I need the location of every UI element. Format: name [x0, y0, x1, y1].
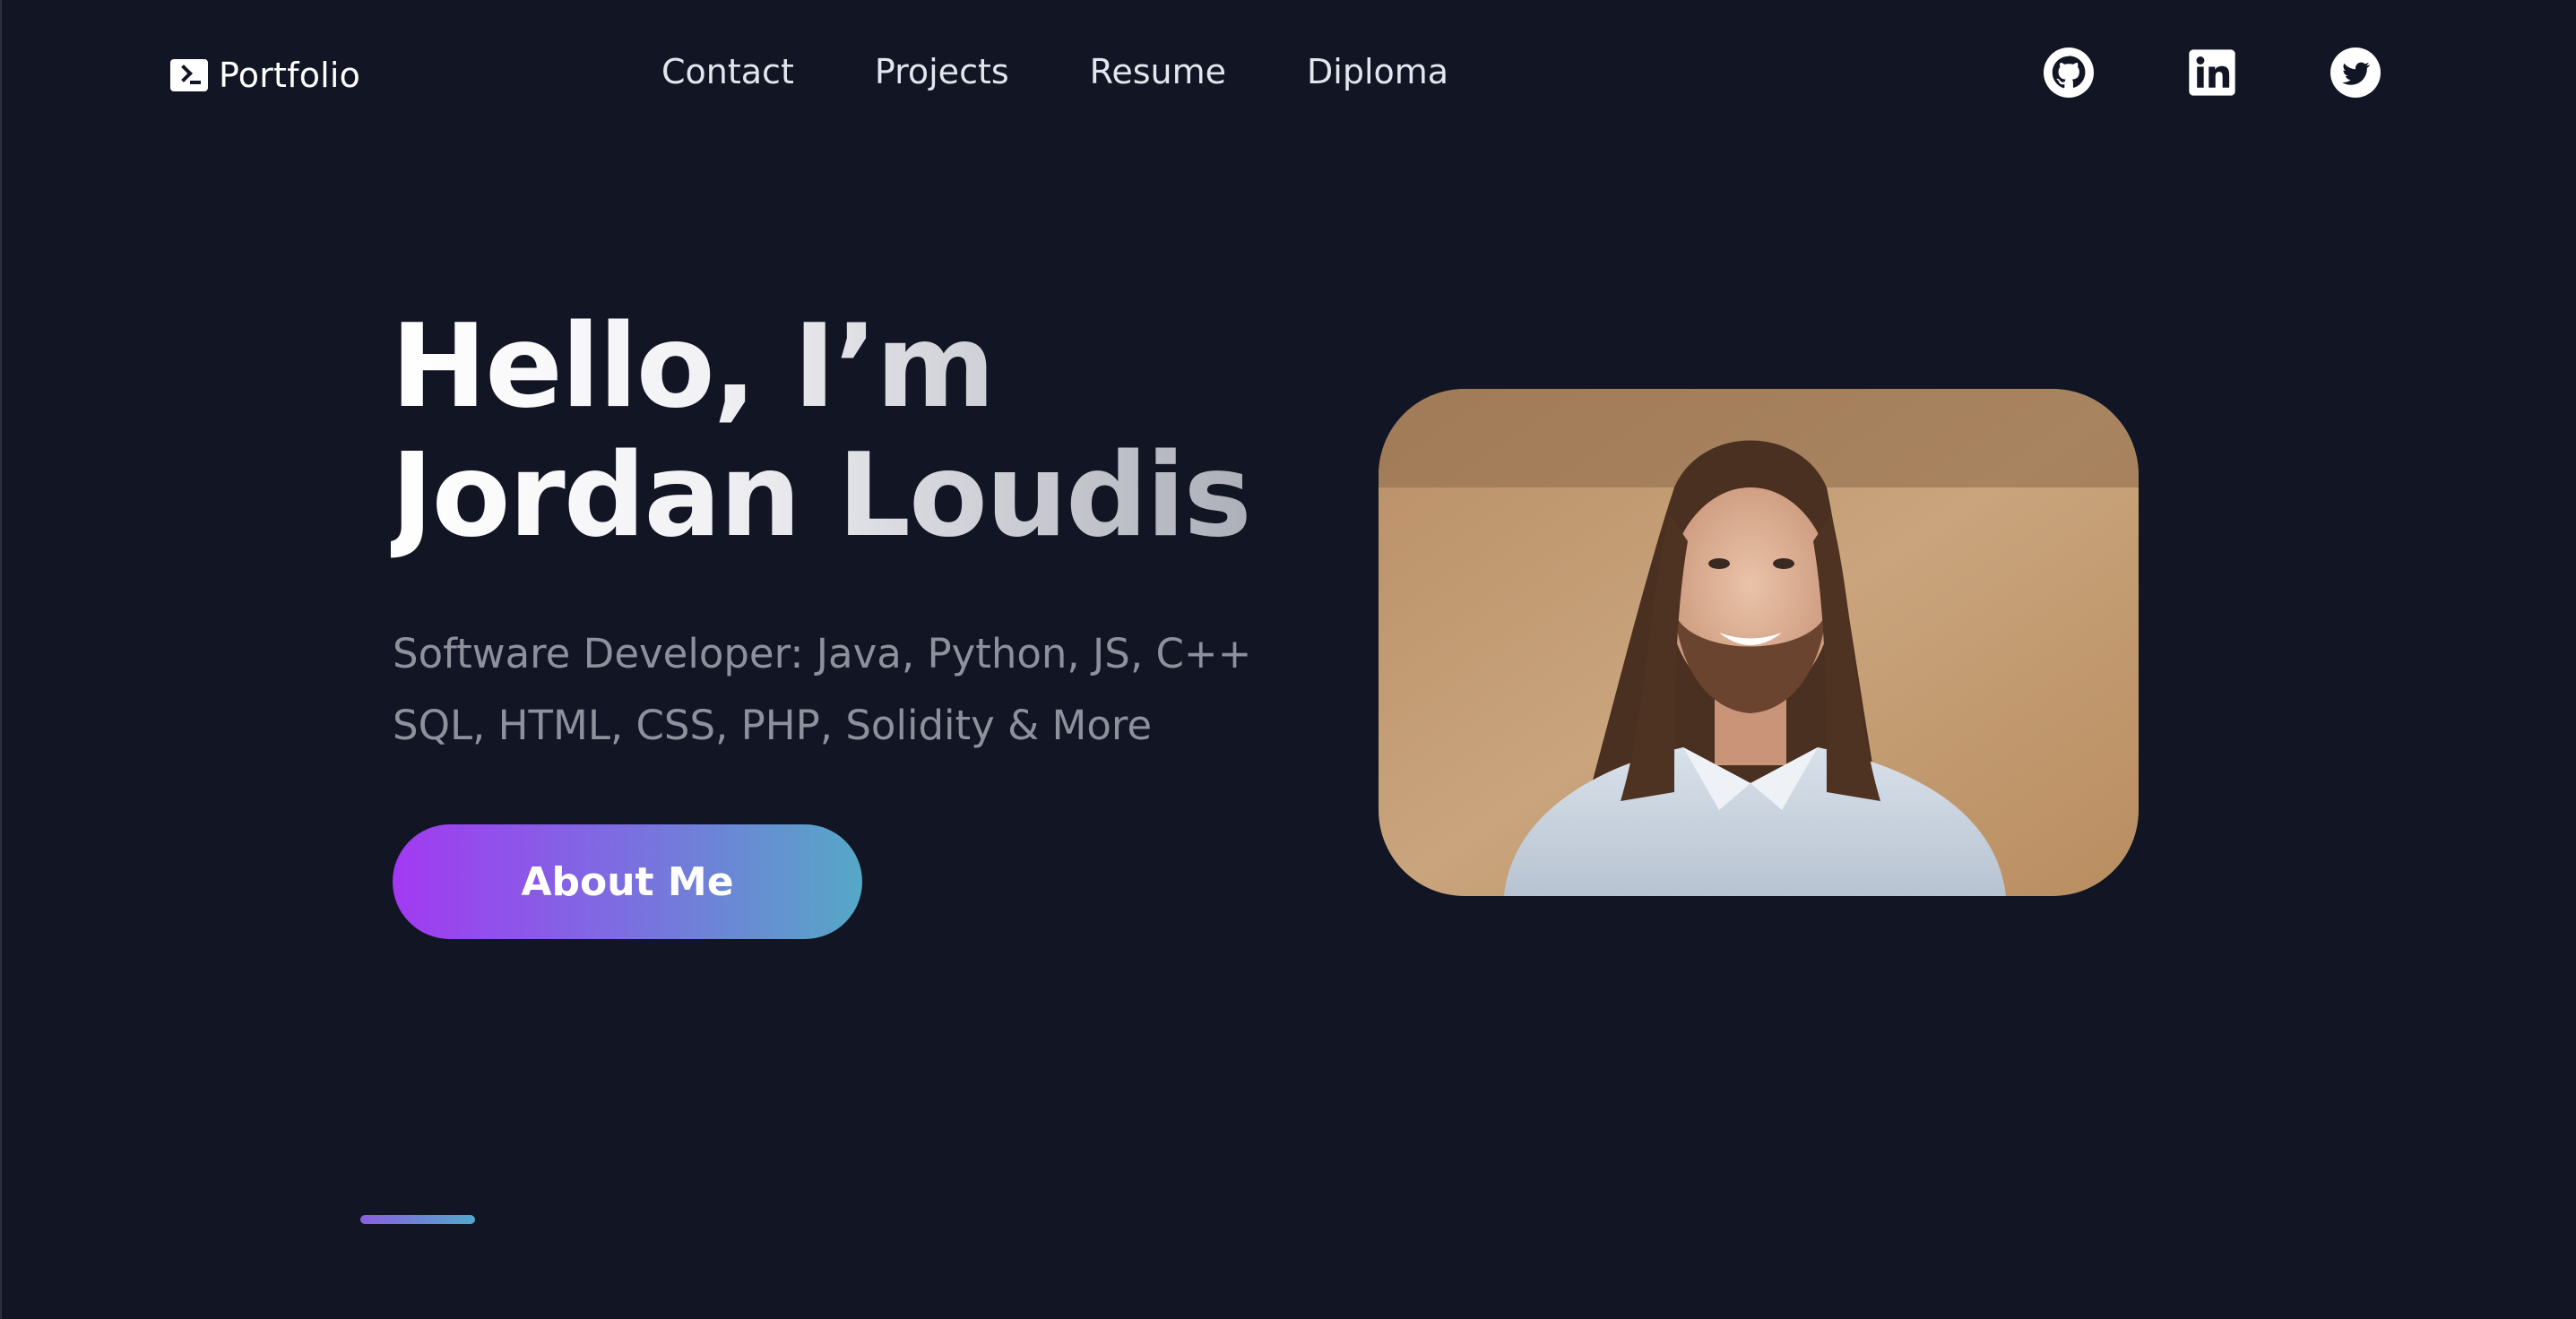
terminal-icon	[170, 59, 208, 91]
nav-projects[interactable]: Projects	[875, 52, 1009, 91]
nav-diploma[interactable]: Diploma	[1307, 52, 1448, 91]
main-nav: Contact Projects Resume Diploma	[661, 52, 1448, 91]
hero-subtitle-line2: SQL, HTML, CSS, PHP, Solidity & More	[393, 702, 1153, 749]
hero-subtitle: Software Developer: Java, Python, JS, C+…	[393, 618, 1361, 762]
github-link[interactable]	[2044, 47, 2094, 98]
nav-contact[interactable]: Contact	[661, 52, 794, 91]
hero-subtitle-line1: Software Developer: Java, Python, JS, C+…	[393, 630, 1252, 677]
scroll-indicator	[360, 1215, 475, 1224]
profile-photo	[1379, 389, 2139, 896]
nav-resume[interactable]: Resume	[1090, 52, 1226, 91]
brand-label: Portfolio	[219, 56, 361, 95]
brand-link[interactable]: Portfolio	[170, 56, 360, 95]
hero-title: Hello, I’m Jordan Loudis	[391, 303, 1287, 561]
portrait-image	[1379, 389, 2139, 896]
hero-title-line2: Jordan Loudis	[391, 429, 1250, 563]
social-links	[2044, 47, 2381, 98]
twitter-icon	[2330, 47, 2381, 98]
github-icon	[2044, 47, 2094, 98]
twitter-link[interactable]	[2330, 47, 2381, 98]
about-me-button[interactable]: About Me	[393, 824, 862, 939]
hero-title-line1: Hello, I’m	[391, 300, 994, 434]
linkedin-icon	[2189, 49, 2235, 96]
linkedin-link[interactable]	[2187, 47, 2237, 98]
page: Portfolio Contact Projects Resume Diplom…	[0, 0, 2576, 1319]
